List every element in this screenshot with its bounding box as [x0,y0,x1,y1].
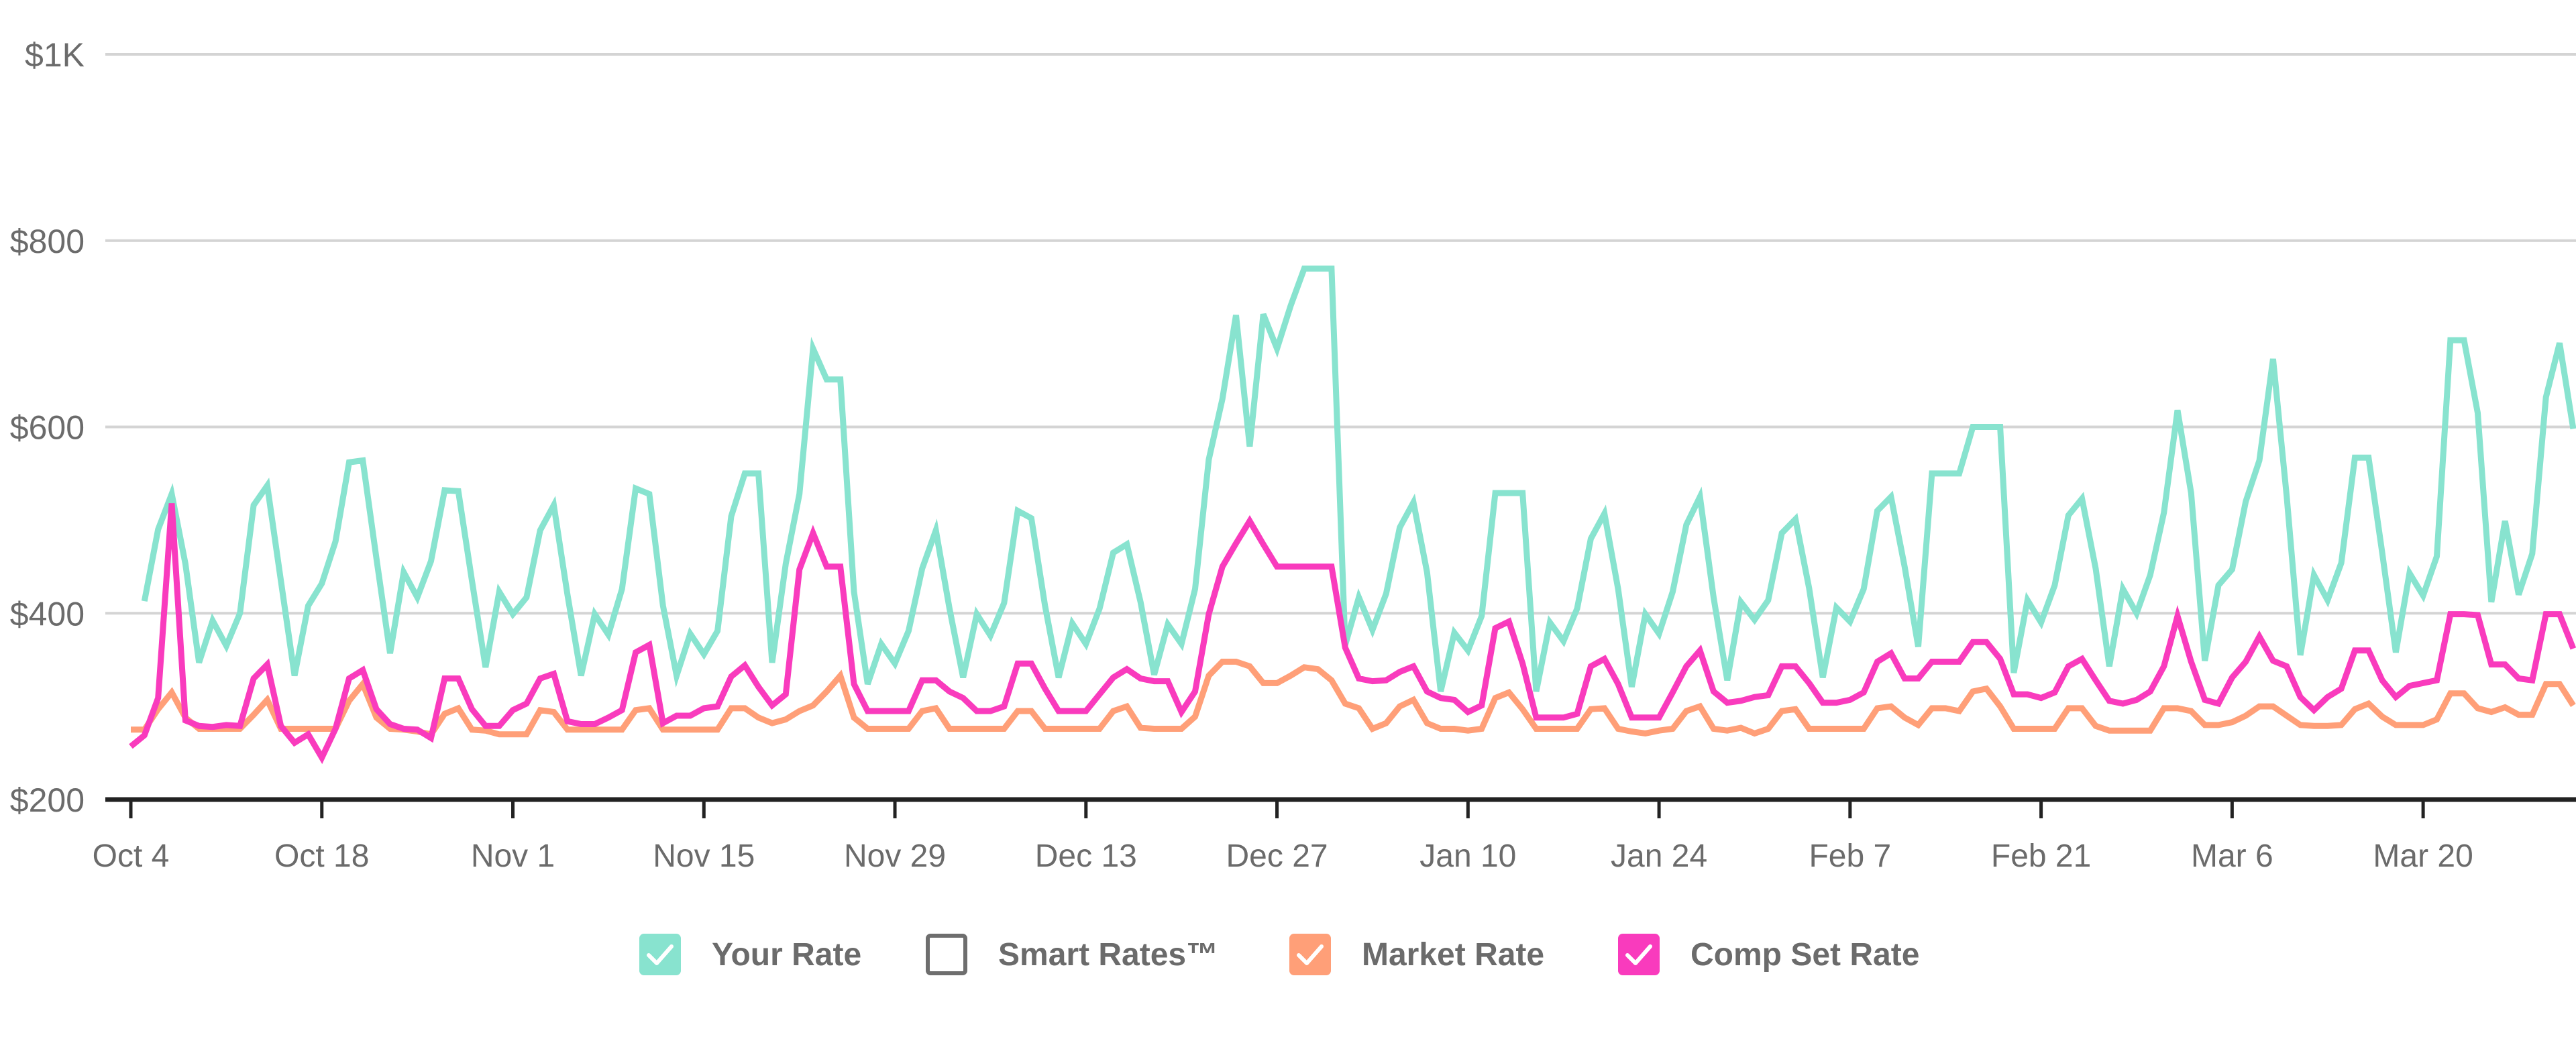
y-tick-label: $400 [10,595,85,633]
series-line-your-rate [141,265,2576,692]
legend-item-smart-rates[interactable]: Smart Rates™ [926,931,1218,978]
y-tick-label: $1K [25,36,85,74]
checkbox-unchecked-icon[interactable] [926,934,967,975]
y-axis-labels: $200 $400 $600 $800 $1K [10,36,85,819]
y-tick-label: $800 [10,223,85,260]
x-tick-label: Feb 21 [1991,838,2091,874]
x-axis-labels: Oct 4 Oct 18 Nov 1 Nov 15 Nov 29 Dec 13 Dec 27… [93,838,2473,874]
x-tick-label: Jan 24 [1611,838,1707,874]
x-axis [105,797,2576,818]
legend-label: Smart Rates™ [998,936,1219,973]
x-tick-label: Mar 6 [2191,838,2273,874]
x-tick-label: Jan 10 [1419,838,1516,874]
x-tick-label: Dec 13 [1035,838,1137,874]
legend-label: Your Rate [712,936,862,973]
checkbox-checked-icon[interactable] [1618,934,1660,975]
chart-legend: Your Rate Smart Rates™ Market Rate Comp … [0,931,2576,979]
x-tick-label: Dec 27 [1226,838,1328,874]
legend-item-your-rate[interactable]: Your Rate [639,931,861,978]
legend-label: Comp Set Rate [1690,936,1920,973]
x-tick-label: Oct 18 [274,838,369,874]
legend-item-comp-set-rate[interactable]: Comp Set Rate [1618,931,1919,978]
series-lines [129,265,2576,765]
x-tick-label: Mar 20 [2373,838,2473,874]
x-tick-label: Oct 4 [93,838,170,874]
legend-item-market-rate[interactable]: Market Rate [1289,931,1544,978]
x-tick-label: Nov 15 [653,838,755,874]
rate-chart: $200 $400 $600 $800 $1K Oct 4 Oct 18 Nov 1 Nov … [10,36,2576,874]
y-tick-label: $600 [10,409,85,447]
checkbox-checked-icon[interactable] [1289,934,1331,975]
y-tick-label: $200 [10,781,85,819]
legend-label: Market Rate [1362,936,1545,973]
x-tick-label: Nov 1 [471,838,555,874]
checkbox-checked-icon[interactable] [639,934,681,975]
x-tick-label: Feb 7 [1809,838,1891,874]
x-tick-label: Nov 29 [844,838,946,874]
